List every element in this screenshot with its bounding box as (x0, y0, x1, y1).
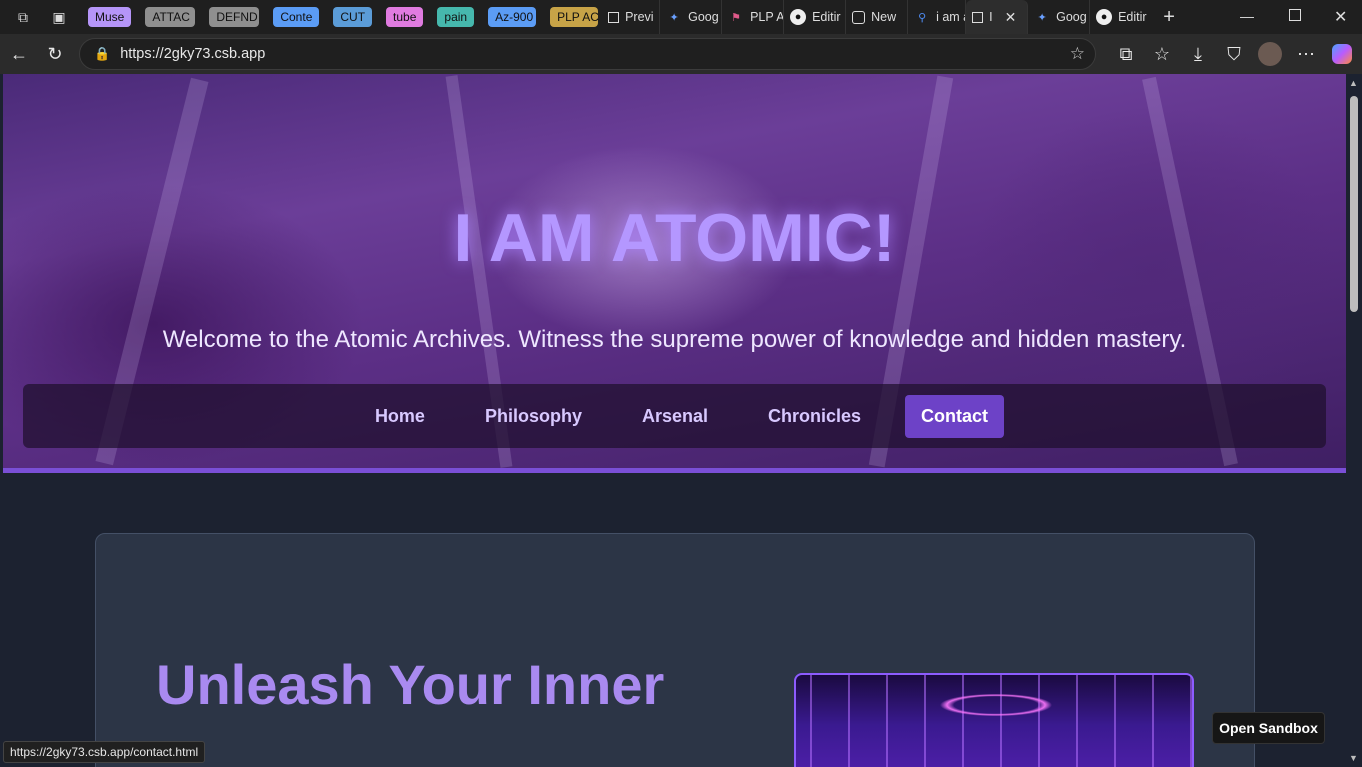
tab-label: Editir (812, 10, 841, 24)
search-icon: ⚲ (918, 11, 927, 24)
site-info-icon[interactable]: 🔒 (94, 46, 110, 62)
gemini-icon: ✦ (669, 11, 679, 24)
tab-group-chip[interactable]: CUT (333, 7, 373, 27)
more-options-icon[interactable]: ⋯ (1292, 36, 1320, 72)
close-tab-icon[interactable]: ✕ (1005, 9, 1017, 26)
hero-divider (3, 468, 1346, 473)
back-icon[interactable]: ← (1, 36, 37, 72)
newtab-icon (852, 10, 866, 24)
browser-tab[interactable]: ⚑ PLP A (722, 0, 785, 34)
tab-group-chip[interactable]: tube (386, 7, 424, 27)
tab-label: PLP A (750, 10, 785, 24)
workspaces-icon[interactable]: ⧉ (12, 6, 34, 28)
browser-tab[interactable]: ✦ Goog (1028, 0, 1091, 34)
favorites-icon[interactable]: ☆ (1148, 36, 1176, 72)
open-sandbox-button[interactable]: Open Sandbox (1212, 712, 1325, 744)
copilot-icon[interactable] (1328, 36, 1356, 72)
tab-label: I (989, 10, 993, 24)
hero-tagline: Welcome to the Atomic Archives. Witness … (162, 326, 1187, 353)
nav-philosophy[interactable]: Philosophy (455, 396, 612, 437)
profile-avatar[interactable] (1256, 36, 1284, 72)
content-card: Unleash Your Inner (95, 533, 1255, 767)
nav-chronicles[interactable]: Chronicles (738, 396, 891, 437)
close-window-icon[interactable]: ✕ (1334, 7, 1347, 27)
extensions-icon[interactable]: ⧉ (1112, 36, 1140, 72)
hero-section: I AM ATOMIC! Welcome to the Atomic Archi… (3, 74, 1346, 469)
gemini-icon: ✦ (1037, 11, 1047, 24)
address-bar[interactable]: 🔒 https://2gky73.csb.app ☆ (79, 38, 1096, 70)
tab-label: Goog (688, 10, 719, 24)
hero-title: I AM ATOMIC! (453, 200, 896, 276)
tab-label: Previ (625, 10, 654, 24)
tab-label: New (871, 10, 897, 24)
browser-tab-active[interactable]: I ✕ (966, 0, 1029, 34)
page-viewport: I AM ATOMIC! Welcome to the Atomic Archi… (3, 74, 1346, 767)
shield-icon[interactable]: ⛉ (1220, 36, 1248, 72)
codesandbox-icon (972, 11, 984, 23)
scroll-thumb[interactable] (1350, 96, 1358, 312)
browser-tab[interactable]: ✦ Goog (660, 0, 723, 34)
browser-tab-strip: ⧉ ▣ Muse ATTAC DEFND Conte CUT tube pain… (0, 0, 1362, 34)
tab-group-chip[interactable]: Muse (88, 7, 132, 27)
browser-tab[interactable]: ⚲ i am a (908, 0, 967, 34)
browser-tab[interactable]: New (846, 0, 909, 34)
tab-group-chip[interactable]: DEFND (209, 7, 260, 27)
refresh-icon[interactable]: ↻ (37, 36, 73, 72)
plp-icon: ⚑ (731, 11, 742, 24)
card-image (794, 673, 1194, 767)
scroll-up-icon[interactable]: ▲ (1349, 78, 1358, 88)
address-url: https://2gky73.csb.app (120, 46, 266, 62)
browser-tab[interactable]: ● Editir (784, 0, 847, 34)
main-nav: Home Philosophy Arsenal Chronicles Conta… (23, 384, 1326, 448)
nav-arsenal[interactable]: Arsenal (612, 396, 738, 437)
github-icon: ● (1096, 9, 1113, 25)
codesandbox-icon (608, 11, 620, 23)
browser-tab[interactable]: Previ (602, 0, 661, 34)
scroll-down-icon[interactable]: ▼ (1349, 753, 1358, 763)
minimize-icon[interactable]: — (1240, 8, 1254, 24)
address-toolbar: ← ↻ 🔒 https://2gky73.csb.app ☆ ⧉ ☆ ⤓ ⛉ ⋯ (0, 34, 1362, 74)
status-bar-url: https://2gky73.csb.app/contact.html (3, 741, 206, 763)
restore-icon[interactable] (1289, 9, 1301, 21)
nav-home[interactable]: Home (345, 396, 455, 437)
tab-group-chip[interactable]: Conte (273, 7, 320, 27)
nav-contact[interactable]: Contact (905, 394, 1005, 438)
github-icon: ● (790, 9, 807, 25)
tab-label: Goog (1056, 10, 1087, 24)
tab-group-chip[interactable]: Az-900 (488, 7, 537, 27)
tab-actions-icon[interactable]: ▣ (48, 6, 70, 28)
card-heading: Unleash Your Inner (156, 653, 665, 716)
tab-group-chip[interactable]: pain (437, 7, 475, 27)
browser-tools: ⧉ ☆ ⤓ ⛉ ⋯ (1112, 34, 1356, 74)
favorite-star-icon[interactable]: ☆ (1070, 44, 1085, 64)
tab-group-chip[interactable]: PLP AC (550, 7, 599, 27)
download-icon[interactable]: ⤓ (1184, 36, 1212, 72)
browser-tab[interactable]: ● Editir (1090, 0, 1152, 34)
scrollbar[interactable]: ▲ ▼ (1346, 74, 1362, 767)
tab-group-chip[interactable]: ATTAC (145, 7, 196, 27)
tab-label: i am a (936, 10, 965, 24)
new-tab-icon[interactable]: + (1158, 6, 1180, 28)
tab-label: Editir (1118, 10, 1147, 24)
